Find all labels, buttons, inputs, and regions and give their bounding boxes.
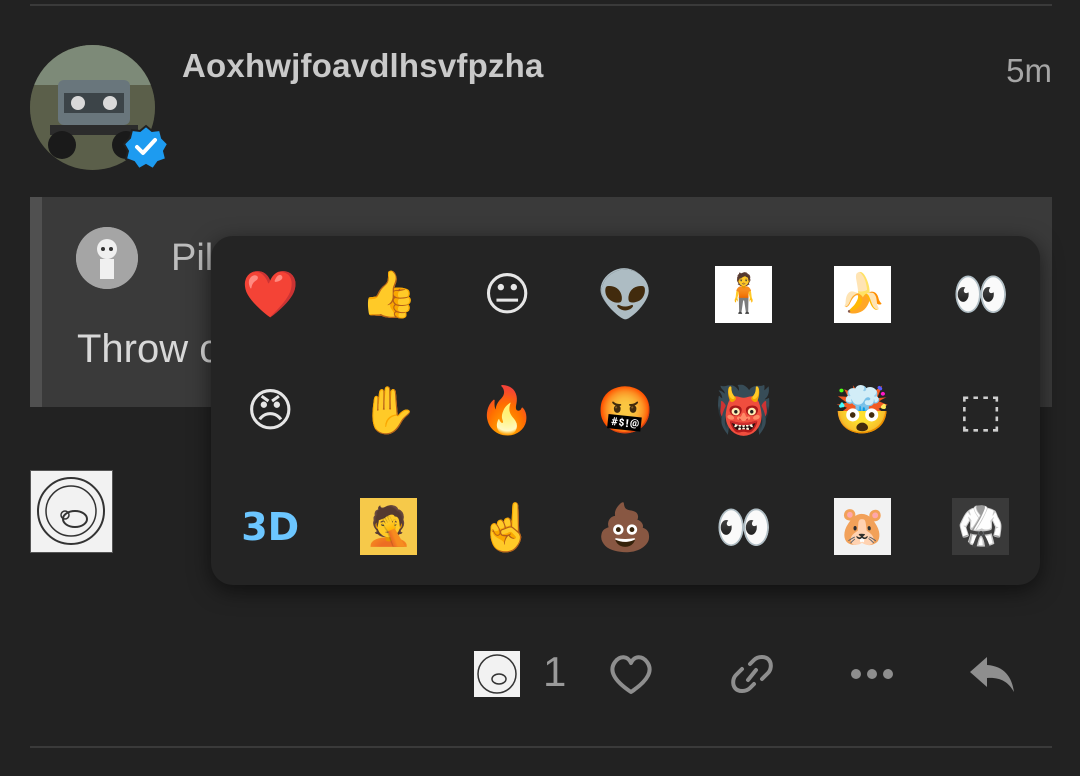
xray-hand-icon: ✋ xyxy=(359,384,418,437)
reaction-picker: ❤️ 👍 😐 👽 🧍 🍌 👀 😠 ✋ 🔥 🤬 👹 🤯 ⬚ 3D 🤦 ☝️ 💩 👀 🐹 🥋 xyxy=(211,236,1040,585)
post-container: Aoxhwjfoavdlhsvfpzha 5m Pil Throw c ❤️ 👍 😐… xyxy=(0,0,1080,776)
street-fighter-icon: 🥋 xyxy=(952,498,1010,556)
heart-icon: ❤️ xyxy=(241,268,299,321)
reaction-option-hamster-wheel[interactable]: 🐹 xyxy=(803,469,921,585)
googly-eyes-icon: 👀 xyxy=(715,500,773,553)
reaction-grid: ❤️ 👍 😐 👽 🧍 🍌 👀 😠 ✋ 🔥 🤬 👹 🤯 ⬚ 3D 🤦 ☝️ 💩 👀 🐹 🥋 xyxy=(211,236,1040,585)
pointing-up-icon: ☝️ xyxy=(478,500,536,553)
quote-text: Throw c xyxy=(77,327,220,371)
reaction-option-red-creature[interactable]: 👹 xyxy=(685,352,803,468)
reaction-option-thumbs-up[interactable]: 👍 xyxy=(329,236,447,352)
link-icon xyxy=(731,655,773,693)
reaction-option-alien-smile[interactable]: 👽 xyxy=(566,236,684,352)
reaction-option-exploding-head[interactable]: 🤯 xyxy=(803,352,921,468)
cursing-face-icon: 🤬 xyxy=(596,384,655,437)
neutral-face-icon: 😐 xyxy=(483,268,532,321)
reaction-option-dancing-banana[interactable]: 🍌 xyxy=(803,236,921,352)
verified-badge-icon xyxy=(123,124,169,170)
quote-avatar[interactable] xyxy=(76,227,138,289)
reaction-option-vault-boy[interactable]: 🧍 xyxy=(685,236,803,352)
facepalm-icon: 🤦 xyxy=(360,498,418,556)
copy-link-button[interactable] xyxy=(727,648,777,700)
more-options-button[interactable] xyxy=(848,648,896,700)
reaction-option-cursing-face[interactable]: 🤬 xyxy=(566,352,684,468)
reaction-option-3d-print[interactable]: 3D xyxy=(211,469,329,585)
post-actions xyxy=(0,648,1080,700)
face-photo-icon: 😠 xyxy=(246,384,295,437)
heart-outline-icon xyxy=(610,655,652,694)
3d-print-icon: 3D xyxy=(241,504,300,549)
reaction-option-face-photo[interactable]: 😠 xyxy=(211,352,329,468)
reaction-option-facepalm[interactable]: 🤦 xyxy=(329,469,447,585)
hamster-wheel-icon xyxy=(37,477,105,545)
thumbs-up-icon: 👍 xyxy=(359,268,418,321)
reaction-option-dumpster-fire[interactable]: 🔥 xyxy=(448,352,566,468)
reaction-option-xray-hand[interactable]: ✋ xyxy=(329,352,447,468)
poop-icon: 💩 xyxy=(596,500,655,553)
reaction-option-googly-eyes[interactable]: 👀 xyxy=(685,469,803,585)
ellipsis-icon xyxy=(851,669,893,679)
robot-avatar-icon xyxy=(76,227,138,289)
quote-accent-bar xyxy=(30,197,42,407)
top-divider xyxy=(30,4,1052,6)
dumpster-fire-icon: 🔥 xyxy=(478,384,536,437)
red-creature-icon: 👹 xyxy=(715,384,773,437)
post-username[interactable]: Aoxhwjfoavdlhsvfpzha xyxy=(182,47,544,85)
exploding-head-icon: 🤯 xyxy=(833,384,891,437)
hamster-wheel-icon xyxy=(474,651,520,697)
reply-arrow-icon xyxy=(970,657,1014,692)
reaction-option-neutral-face[interactable]: 😐 xyxy=(448,236,566,352)
eyes-icon: 👀 xyxy=(952,268,1010,321)
dancing-banana-icon: 🍌 xyxy=(833,265,891,323)
reaction-option-bezier-tool[interactable]: ⬚ xyxy=(922,352,1040,468)
hamster-wheel-sticker[interactable] xyxy=(30,470,113,553)
reaction-option-street-fighter[interactable]: 🥋 xyxy=(922,469,1040,585)
reaction-option-poop[interactable]: 💩 xyxy=(566,469,684,585)
reaction-option-eyes[interactable]: 👀 xyxy=(922,236,1040,352)
bezier-tool-icon: ⬚ xyxy=(959,384,1003,437)
reply-button[interactable] xyxy=(966,648,1018,700)
alien-smile-icon: 👽 xyxy=(596,268,655,321)
vault-boy-icon: 🧍 xyxy=(715,265,773,323)
like-button[interactable] xyxy=(606,648,656,700)
bottom-divider xyxy=(30,746,1052,748)
reaction-count: 1 xyxy=(543,648,567,695)
reaction-option-pointing-up[interactable]: ☝️ xyxy=(448,469,566,585)
hamster-wheel-icon: 🐹 xyxy=(833,498,891,556)
reaction-sticker-button[interactable] xyxy=(473,648,521,700)
post-timestamp[interactable]: 5m xyxy=(1006,52,1052,90)
quote-author-name[interactable]: Pil xyxy=(171,237,213,280)
reaction-option-heart[interactable]: ❤️ xyxy=(211,236,329,352)
